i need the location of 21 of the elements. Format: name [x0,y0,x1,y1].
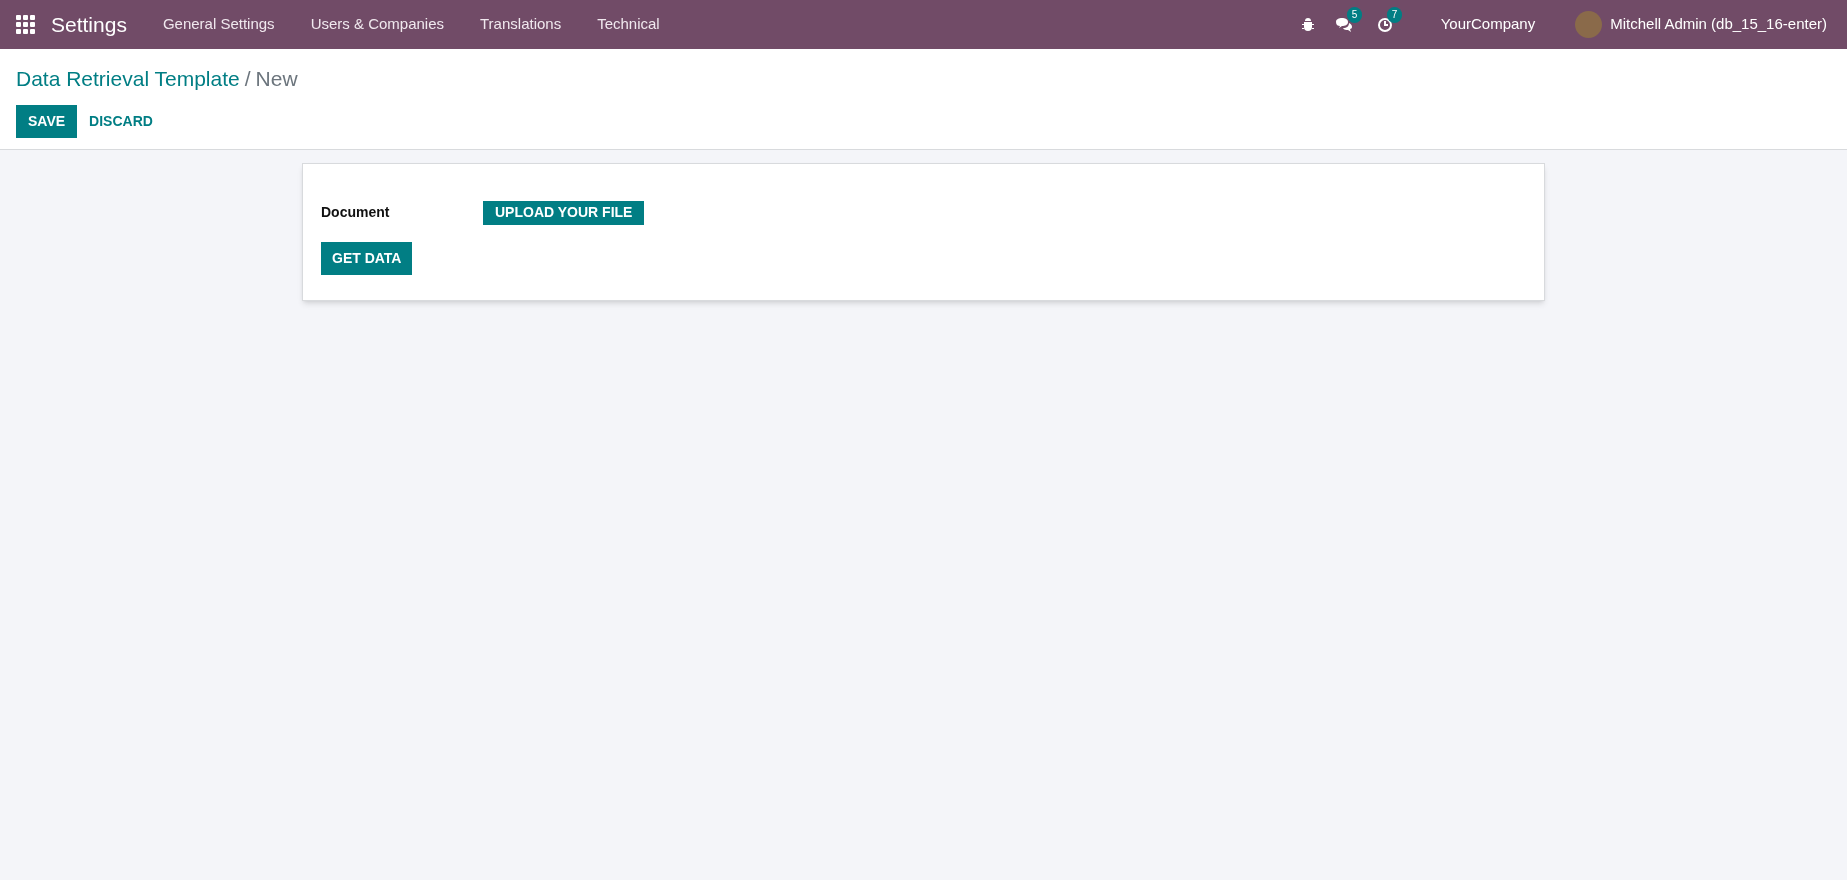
app-title: Settings [51,11,127,38]
breadcrumb-current: New [255,66,298,92]
get-data-button[interactable]: GET DATA [321,241,413,275]
menu-item[interactable]: Users & Companies [310,13,444,36]
bug-icon[interactable] [1300,17,1315,32]
notification-badge: 7 [1386,6,1403,23]
clock-icon[interactable] [1376,16,1393,33]
breadcrumb-link[interactable]: Data Retrieval Template [16,63,240,95]
breadcrumb-separator: / [244,66,251,92]
discard-button[interactable]: DISCARD [77,104,165,138]
menu-item[interactable]: Translations [480,13,562,36]
notification-badge: 5 [1346,6,1363,23]
chat-icon[interactable] [1334,16,1353,33]
field-label: Document [321,203,391,222]
user-menu[interactable]: Mitchell Admin (db_15_16-enter) [1610,13,1827,36]
menu-item[interactable]: Technical [597,13,660,36]
apps-menu-icon[interactable] [16,15,35,34]
upload-button[interactable]: UPLOAD YOUR FILE [483,200,645,225]
save-button[interactable]: SAVE [16,104,78,138]
company-switcher[interactable]: YourCompany [1440,13,1536,36]
menu-item[interactable]: General Settings [162,13,275,36]
